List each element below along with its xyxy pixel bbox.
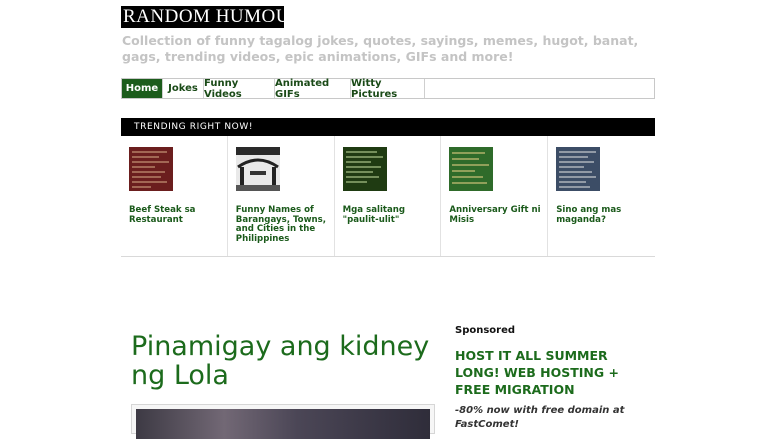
trending-thumbnail[interactable] [449, 147, 494, 191]
site-tagline: Collection of funny tagalog jokes, quote… [122, 33, 639, 64]
trending-thumbnail[interactable] [556, 147, 601, 191]
trending-thumbnail[interactable] [235, 147, 280, 191]
trending-list: Beef Steak sa Restaurant Funny Names of … [121, 136, 655, 257]
trending-title[interactable]: Funny Names of Barangays, Towns, and Cit… [236, 205, 328, 244]
trending-thumbnail[interactable] [342, 147, 387, 191]
trending-heading: TRENDING RIGHT NOW! [121, 118, 655, 136]
site-logo[interactable]: RANDOM HUMOURS [121, 6, 314, 28]
main-nav: Home Jokes Funny Videos Animated GIFs Wi… [121, 78, 655, 100]
ad-subtitle[interactable]: -80% now with free domain at FastComet! [455, 404, 630, 432]
post-title[interactable]: Pinamigay ang kidney ng Lola [131, 332, 431, 390]
sponsored-label: Sponsored [455, 325, 516, 336]
trending-title[interactable]: Sino ang mas maganda? [556, 205, 648, 225]
trending-title[interactable]: Anniversary Gift ni Misis [449, 205, 541, 225]
trending-item: Mga salitang "paulit-ulit" [335, 136, 442, 256]
post-image[interactable] [136, 409, 430, 439]
ad-title-link[interactable]: HOST IT ALL SUMMER LONG! WEB HOSTING + F… [455, 347, 630, 398]
nav-jokes[interactable]: Jokes [163, 79, 204, 98]
trending-item: Sino ang mas maganda? [548, 136, 655, 256]
trending-item: Anniversary Gift ni Misis [441, 136, 549, 256]
nav-witty-pictures[interactable]: Witty Pictures [351, 78, 425, 100]
trending-thumbnail[interactable] [129, 147, 173, 191]
nav-funny-videos[interactable]: Funny Videos [204, 78, 275, 100]
trending-item: Funny Names of Barangays, Towns, and Cit… [228, 136, 335, 256]
nav-home[interactable]: Home [122, 79, 163, 98]
trending-item: Beef Steak sa Restaurant [121, 136, 228, 256]
trending-title[interactable]: Mga salitang "paulit-ulit" [343, 205, 435, 225]
post-image-frame [131, 404, 435, 439]
nav-animated-gifs[interactable]: Animated GIFs [275, 78, 351, 100]
trending-title[interactable]: Beef Steak sa Restaurant [129, 205, 221, 225]
